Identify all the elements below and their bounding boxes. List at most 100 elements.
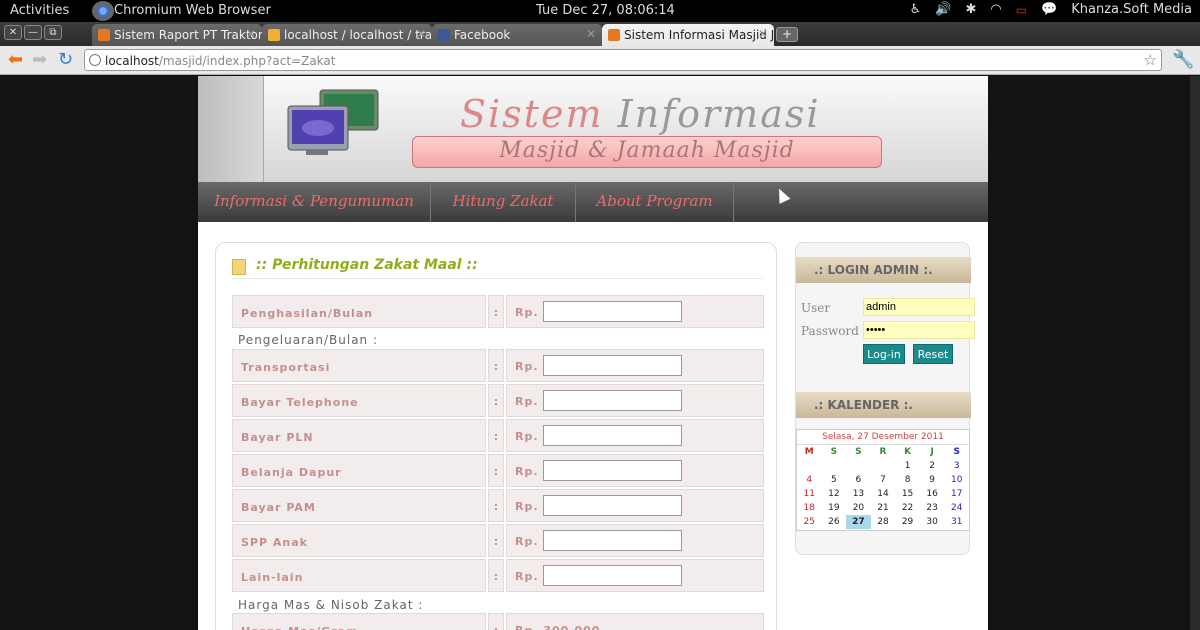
calendar-day[interactable]: 4 — [797, 473, 822, 487]
transportasi-input[interactable] — [543, 355, 682, 376]
calendar-day[interactable]: 11 — [797, 487, 822, 501]
sidebar: .: LOGIN ADMIN :. User Password Log-in R… — [795, 242, 975, 555]
calendar-day[interactable]: 3 — [944, 459, 969, 473]
calendar-day[interactable]: 26 — [822, 515, 847, 529]
calendar-day[interactable]: 1 — [895, 459, 920, 473]
calendar-day[interactable]: 9 — [920, 473, 945, 487]
calendar-day[interactable]: 28 — [871, 515, 896, 529]
calendar-day[interactable]: 21 — [871, 501, 896, 515]
calendar-day[interactable]: 18 — [797, 501, 822, 515]
calendar-day[interactable]: 10 — [944, 473, 969, 487]
battery-icon[interactable]: ▭ — [1016, 3, 1027, 17]
calendar-day[interactable]: 16 — [920, 487, 945, 501]
page-info-icon[interactable] — [89, 54, 101, 66]
minimize-window-icon[interactable]: — — [24, 25, 42, 40]
form-row-expense: SPP Anak : Rp. — [232, 524, 764, 557]
tab-facebook[interactable]: Facebook ✕ — [432, 24, 602, 46]
calendar-day[interactable]: 15 — [895, 487, 920, 501]
spp-anak-input[interactable] — [543, 530, 682, 551]
expense-label: Bayar PAM — [232, 489, 486, 522]
calendar-day[interactable]: 22 — [895, 501, 920, 515]
calendar-day[interactable]: 2 — [920, 459, 945, 473]
calendar-day[interactable]: 29 — [895, 515, 920, 529]
tab-sistem-informasi-masjid[interactable]: Sistem Informasi Masjid Ja ✕ — [602, 24, 774, 46]
clock[interactable]: Tue Dec 27, 08:06:14 — [536, 3, 675, 18]
weekday-label: S — [830, 447, 838, 457]
menu-hitung-zakat[interactable]: Hitung Zakat — [431, 182, 576, 222]
app-menu-title[interactable]: Chromium Web Browser — [114, 3, 271, 18]
activities-button[interactable]: Activities — [10, 3, 69, 18]
volume-icon[interactable]: 🔊 — [935, 2, 951, 17]
calendar-day[interactable]: 17 — [944, 487, 969, 501]
accessibility-icon[interactable]: ♿ — [910, 2, 922, 17]
close-tab-icon[interactable]: ✕ — [416, 27, 426, 41]
income-input[interactable] — [543, 301, 682, 322]
address-bar[interactable]: localhost/masjid/index.php?act=Zakat ☆ — [84, 49, 1162, 71]
wrench-menu-icon[interactable]: 🔧 — [1172, 50, 1194, 70]
pam-input[interactable] — [543, 495, 682, 516]
close-tab-icon[interactable]: ✕ — [758, 27, 768, 41]
calendar-day[interactable]: 12 — [822, 487, 847, 501]
login-button[interactable]: Log-in — [863, 344, 905, 364]
reset-button[interactable]: Reset — [913, 344, 953, 364]
calendar-day[interactable]: 24 — [944, 501, 969, 515]
calendar-day[interactable]: 14 — [871, 487, 896, 501]
tab-sistem-raport[interactable]: Sistem Raport PT Traktor I ✕ — [92, 24, 262, 46]
form-row-expense: Bayar PAM : Rp. — [232, 489, 764, 522]
calendar-day[interactable]: 20 — [846, 501, 871, 515]
calendar-day[interactable]: 8 — [895, 473, 920, 487]
menu-informasi-pengumuman[interactable]: Informasi & Pengumuman — [198, 182, 431, 222]
menu-about-program[interactable]: About Program — [576, 182, 734, 222]
calendar-day[interactable]: 5 — [822, 473, 847, 487]
tab-label: localhost / localhost / trak — [284, 28, 432, 42]
new-tab-button[interactable]: + — [776, 27, 798, 42]
close-tab-icon[interactable]: ✕ — [246, 27, 256, 41]
tab-phpmyadmin[interactable]: localhost / localhost / trak ✕ — [262, 24, 432, 46]
weekday-label: S — [855, 447, 862, 457]
calendar-day[interactable]: 19 — [822, 501, 847, 515]
currency-label: Rp. — [515, 360, 539, 373]
maximize-window-icon[interactable]: ⧉ — [44, 25, 62, 40]
close-window-icon[interactable]: ✕ — [4, 25, 22, 40]
site-subtitle: Masjid & Jamaah Masjid — [499, 138, 795, 163]
calendar-day[interactable]: 6 — [846, 473, 871, 487]
expense-cell: Rp. — [506, 559, 764, 592]
wifi-icon[interactable]: ◠ — [990, 2, 1001, 17]
login-heading: .: LOGIN ADMIN :. — [796, 257, 971, 283]
calendar-day-today[interactable]: 27 — [846, 515, 871, 529]
expense-cell: Rp. — [506, 349, 764, 382]
close-tab-icon[interactable]: ✕ — [586, 27, 596, 41]
calendar-day[interactable]: 30 — [920, 515, 945, 529]
calendar-day[interactable]: 7 — [871, 473, 896, 487]
user-menu[interactable]: Khanza.Soft Media — [1071, 2, 1192, 17]
main-menu: Informasi & Pengumuman Hitung Zakat Abou… — [198, 182, 988, 222]
forward-arrow-icon[interactable]: ➡ — [32, 50, 47, 70]
pln-input[interactable] — [543, 425, 682, 446]
password-label: Password — [801, 324, 859, 338]
lain-lain-input[interactable] — [543, 565, 682, 586]
back-arrow-icon[interactable]: ⬅ — [8, 50, 23, 70]
bookmark-star-icon[interactable]: ☆ — [1144, 51, 1157, 69]
favicon-icon — [608, 29, 620, 41]
expense-heading: Pengeluaran/Bulan : — [238, 333, 379, 347]
income-label: Penghasilan/Bulan — [232, 295, 486, 328]
expense-label: Bayar Telephone — [232, 384, 486, 417]
form-row-expense: Bayar PLN : Rp. — [232, 419, 764, 452]
calendar-day[interactable]: 23 — [920, 501, 945, 515]
username-input[interactable] — [863, 298, 975, 316]
telephone-input[interactable] — [543, 390, 682, 411]
form-row-gold-price: Harga Mas/Gram : Rp. 300.000,- — [232, 613, 764, 630]
password-input[interactable] — [863, 321, 975, 339]
site-container: Sistem Informasi Masjid & Jamaah Masjid … — [198, 76, 988, 630]
calendar-day[interactable]: 31 — [944, 515, 969, 529]
belanja-dapur-input[interactable] — [543, 460, 682, 481]
bluetooth-icon[interactable]: ✱ — [965, 2, 976, 17]
currency-label: Rp. — [515, 500, 539, 513]
user-icon: 💬 — [1041, 2, 1058, 17]
scrollbar[interactable] — [1190, 76, 1200, 630]
calendar-day[interactable]: 25 — [797, 515, 822, 529]
colon: : — [488, 384, 504, 417]
reload-icon[interactable]: ↻ — [58, 50, 73, 70]
tab-label: Sistem Informasi Masjid Ja — [624, 28, 774, 42]
calendar-day[interactable]: 13 — [846, 487, 871, 501]
